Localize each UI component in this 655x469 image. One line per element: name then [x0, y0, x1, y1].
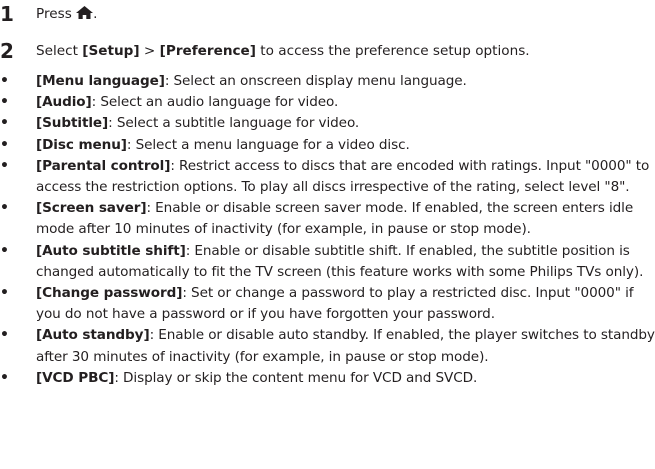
bullet-icon: •	[0, 242, 9, 259]
option-term: [Menu language]	[36, 73, 165, 89]
preference-menu-term: [Preference]	[159, 43, 256, 59]
step-2-part: to access the preference setup options.	[255, 43, 530, 59]
bullet-icon: •	[0, 157, 9, 174]
step-number: 1	[0, 2, 14, 26]
setup-menu-term: [Setup]	[82, 43, 140, 59]
option-item-auto-standby: • [Auto standby]: Enable or disable auto …	[0, 325, 655, 367]
option-description: : Display or skip the content menu for V…	[114, 369, 478, 386]
step-1-text: Press .	[36, 6, 97, 22]
bullet-icon: •	[0, 73, 9, 89]
bullet-icon: •	[0, 200, 9, 217]
option-term: [Subtitle]	[36, 115, 109, 132]
step-1-text-before: Press	[36, 6, 77, 22]
option-term: [Screen saver]	[36, 200, 147, 217]
option-item-auto-subtitle-shift: • [Auto subtitle shift]: Enable or disabl…	[0, 241, 655, 283]
bullet-icon: •	[0, 136, 9, 153]
option-item-subtitle: • [Subtitle]: Select a subtitle language …	[0, 113, 655, 134]
step-2-part: Select	[36, 43, 83, 59]
option-item-audio: • [Audio]: Select an audio language for v…	[0, 92, 655, 113]
step-2-part: >	[139, 43, 160, 59]
option-term: [Disc menu]	[36, 136, 127, 153]
option-term: [Auto subtitle shift]	[36, 242, 186, 259]
bullet-icon: •	[0, 327, 9, 344]
option-item-vcd-pbc: • [VCD PBC]: Display or skip the content …	[0, 368, 655, 389]
option-term: [VCD PBC]	[36, 369, 115, 386]
bullet-icon: •	[0, 285, 9, 302]
option-description: : Select an onscreen display menu langua…	[164, 73, 467, 89]
step-2-text: Select [Setup] > [Preference] to access …	[36, 43, 530, 59]
option-term: [Parental control]	[36, 157, 171, 174]
bullet-icon: •	[0, 94, 9, 111]
option-item-change-password: • [Change password]: Set or change a pass…	[0, 283, 655, 325]
option-item-screen-saver: • [Screen saver]: Enable or disable scree…	[0, 198, 655, 240]
option-description: : Select a menu language for a video dis…	[126, 136, 410, 153]
bullet-icon: •	[0, 369, 9, 386]
home-icon	[76, 6, 94, 19]
option-term: [Change password]	[36, 285, 183, 302]
option-item-menu-language: • [Menu language]: Select an onscreen dis…	[0, 71, 655, 92]
manual-page: 1 Press . 2 Select [Setup] > [Preference…	[0, 0, 655, 469]
step-number: 2	[0, 39, 14, 63]
step-1-text-after: .	[93, 6, 98, 22]
preference-options-list: • [Menu language]: Select an onscreen dis…	[0, 71, 655, 389]
option-term: [Audio]	[36, 94, 92, 111]
option-description: : Select a subtitle language for video.	[108, 115, 360, 132]
option-item-parental-control: • [Parental control]: Restrict access to …	[0, 156, 655, 198]
bullet-icon: •	[0, 115, 9, 132]
option-term: [Auto standby]	[36, 327, 150, 344]
option-item-disc-menu: • [Disc menu]: Select a menu language for…	[0, 135, 655, 156]
option-description: : Select an audio language for video.	[91, 94, 339, 111]
